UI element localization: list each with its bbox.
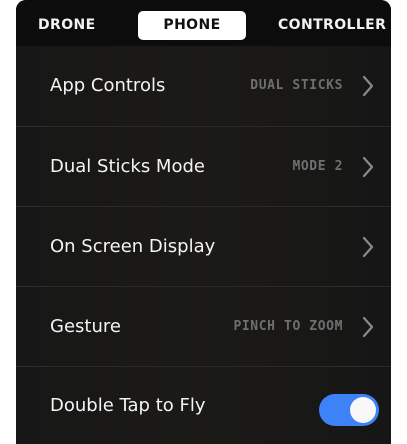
setting-label: Dual Sticks Mode <box>50 156 205 177</box>
settings-panel: DRONE PHONE CONTROLLER App Controls DUAL… <box>16 0 391 444</box>
toggle-knob[interactable] <box>350 397 376 423</box>
tab-controller[interactable]: CONTROLLER <box>278 11 390 40</box>
tab-bar: DRONE PHONE CONTROLLER <box>16 0 391 46</box>
setting-row-double-tap-to-fly: Double Tap to Fly <box>16 366 391 444</box>
setting-value: DUAL STICKS <box>250 78 343 93</box>
setting-label: On Screen Display <box>50 236 216 257</box>
setting-label: App Controls <box>50 75 166 96</box>
chevron-right-icon <box>362 75 374 97</box>
setting-row-on-screen-display[interactable]: On Screen Display <box>16 206 391 287</box>
setting-label: Double Tap to Fly <box>50 395 206 416</box>
setting-label: Gesture <box>50 316 121 337</box>
tab-phone[interactable]: PHONE <box>138 11 246 40</box>
chevron-right-icon <box>362 236 374 258</box>
double-tap-toggle[interactable] <box>319 394 379 426</box>
setting-value: PINCH TO ZOOM <box>233 319 343 334</box>
setting-row-app-controls[interactable]: App Controls DUAL STICKS <box>16 46 391 126</box>
chevron-right-icon <box>362 316 374 338</box>
setting-row-dual-sticks-mode[interactable]: Dual Sticks Mode MODE 2 <box>16 126 391 207</box>
tab-drone[interactable]: DRONE <box>38 11 108 40</box>
setting-value: MODE 2 <box>292 159 343 174</box>
setting-row-gesture[interactable]: Gesture PINCH TO ZOOM <box>16 286 391 367</box>
chevron-right-icon <box>362 156 374 178</box>
